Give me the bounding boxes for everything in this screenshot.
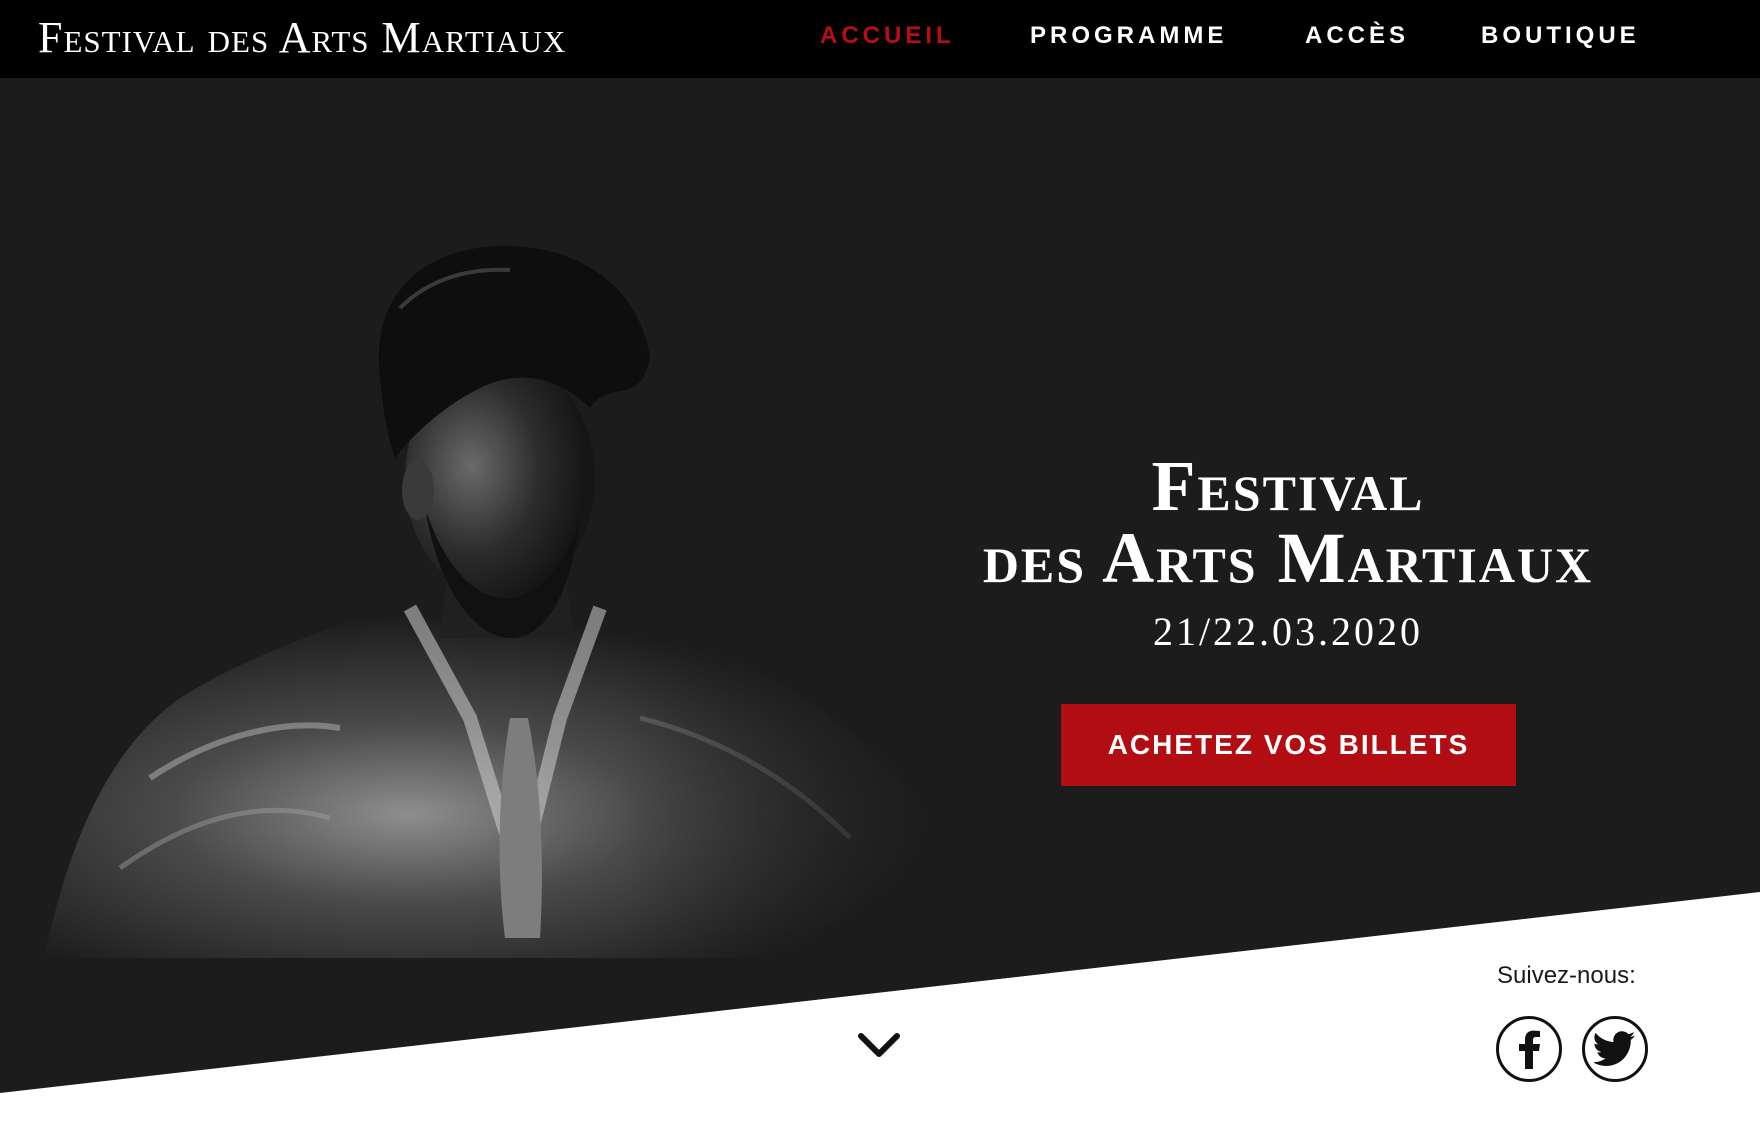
follow-us-label: Suivez-nous: xyxy=(1497,962,1636,989)
hero-title: Festival des Arts Martiaux xyxy=(888,450,1688,594)
hero-text-block: Festival des Arts Martiaux 21/22.03.2020 xyxy=(888,450,1688,655)
main-nav: ACCUEIL PROGRAMME ACCÈS BOUTIQUE xyxy=(0,22,1760,56)
nav-item-programme[interactable]: PROGRAMME xyxy=(1030,22,1227,50)
twitter-icon xyxy=(1594,1031,1635,1066)
buy-tickets-button[interactable]: ACHETEZ VOS BILLETS xyxy=(1061,704,1516,786)
hero-section: Festival des Arts Martiaux 21/22.03.2020 xyxy=(0,78,1760,1093)
nav-item-acces[interactable]: ACCÈS xyxy=(1305,22,1409,50)
facebook-icon xyxy=(1519,1030,1540,1069)
event-date: 21/22.03.2020 xyxy=(1152,609,1424,654)
chevron-down-icon[interactable] xyxy=(857,1030,901,1060)
nav-item-accueil[interactable]: ACCUEIL xyxy=(820,22,955,50)
hero-title-line-1: Festival xyxy=(1151,446,1425,526)
twitter-link[interactable] xyxy=(1582,1016,1648,1082)
nav-item-boutique[interactable]: BOUTIQUE xyxy=(1481,22,1640,50)
facebook-link[interactable] xyxy=(1496,1016,1562,1082)
hero-title-line-2: des Arts Martiaux xyxy=(982,518,1594,598)
top-navigation-bar: Festival des Arts Martiaux ACCUEIL PROGR… xyxy=(0,0,1760,78)
